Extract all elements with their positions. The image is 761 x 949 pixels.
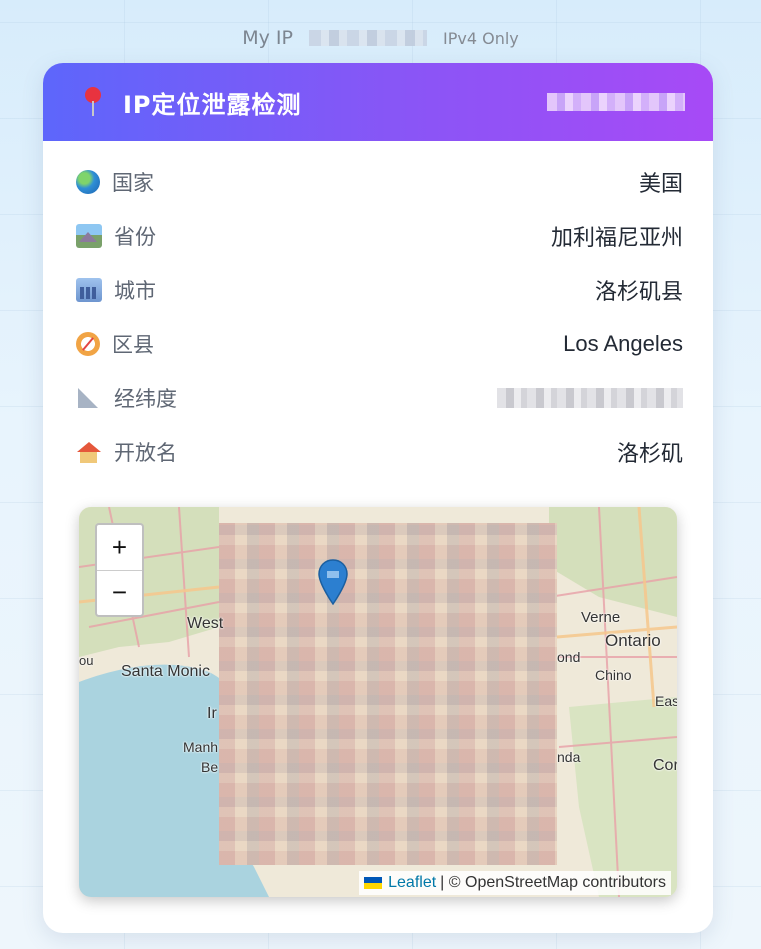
globe-icon: [76, 170, 100, 194]
map-zoom-control: + −: [95, 523, 144, 617]
row-key: 经纬度: [114, 387, 177, 411]
row-city: 城市 洛杉矶县: [76, 263, 683, 317]
map-label: ou: [79, 653, 94, 668]
ip-address-masked: [309, 30, 427, 46]
map-label: Santa Monic: [121, 663, 210, 680]
map-label: Ontario: [605, 631, 661, 650]
ipv4-badge: IPv4 Only: [443, 28, 519, 48]
row-value: 美国: [638, 171, 683, 196]
zoom-out-button[interactable]: −: [97, 569, 142, 616]
coordinates-masked: [497, 388, 683, 408]
row-key: 城市: [114, 279, 156, 303]
row-key: 省份: [114, 225, 156, 249]
map-label: Chino: [595, 667, 632, 683]
row-open-name: 开放名 洛杉矶: [76, 425, 683, 479]
attribution-text: | © OpenStreetMap contributors: [440, 874, 666, 891]
map-label: nda: [557, 749, 581, 765]
card-title: IP定位泄露检测: [123, 90, 302, 119]
my-ip-label: My IP: [242, 27, 293, 49]
row-value: 加利福尼亚州: [550, 225, 683, 250]
pushpin-icon: [79, 86, 107, 118]
row-country: 国家 美国: [76, 155, 683, 209]
map-label: Cor: [653, 757, 677, 774]
map-label: Verne: [581, 609, 621, 626]
row-key: 区县: [112, 333, 154, 357]
row-province: 省份 加利福尼亚州: [76, 209, 683, 263]
map-label: ond: [557, 649, 581, 665]
map-label: Eas: [655, 693, 677, 709]
card-header: IP定位泄露检测: [43, 63, 713, 141]
location-marker-icon[interactable]: [318, 559, 348, 605]
header-ip-masked: [547, 93, 685, 111]
top-bar: My IP IPv4 Only: [0, 24, 761, 52]
map-label: Manh: [183, 739, 219, 755]
zoom-in-button[interactable]: +: [97, 525, 142, 570]
row-coordinates: 经纬度: [76, 371, 683, 425]
location-map[interactable]: West Santa Monic Ir Manh Be ou Verne Ont…: [79, 507, 677, 897]
city-icon: [76, 278, 102, 302]
ukraine-flag-icon: [364, 877, 383, 889]
row-value: 洛杉矶县: [594, 279, 683, 304]
row-district: 区县 Los Angeles: [76, 317, 683, 371]
map-label: Be: [201, 759, 219, 775]
row-key: 国家: [112, 171, 154, 195]
map-label: Ir: [207, 705, 217, 722]
row-value: Los Angeles: [563, 331, 683, 356]
house-icon: [76, 440, 102, 464]
map-masked-region: [219, 523, 557, 865]
row-key: 开放名: [114, 441, 177, 465]
leaflet-link[interactable]: Leaflet: [388, 874, 436, 892]
map-attribution: Leaflet | © OpenStreetMap contributors: [359, 871, 671, 895]
ip-location-card: IP定位泄露检测 国家 美国 省份 加利福尼亚州 城市 洛杉矶县 区县 Los …: [43, 63, 713, 933]
map-label: West: [187, 615, 224, 632]
compass-icon: [76, 332, 100, 356]
mountain-icon: [76, 224, 102, 248]
ruler-icon: [76, 386, 102, 410]
location-info-list: 国家 美国 省份 加利福尼亚州 城市 洛杉矶县 区县 Los Angeles 经…: [43, 141, 713, 479]
row-value: 洛杉矶: [616, 441, 683, 466]
